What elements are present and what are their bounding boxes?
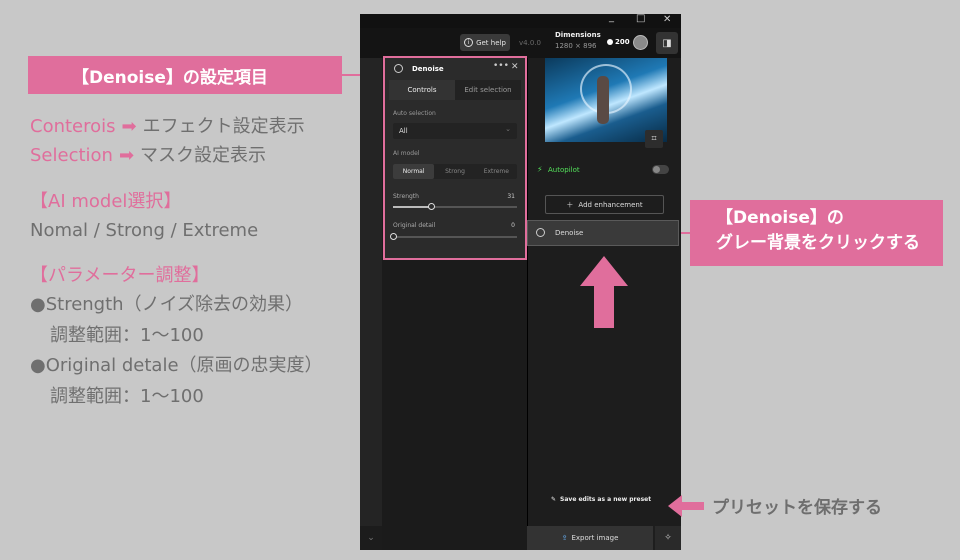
model-option-strong[interactable]: Strong	[434, 164, 475, 179]
preset-callout: プリセットを保存する	[712, 498, 882, 518]
plus-icon: ＋	[566, 200, 574, 209]
ai-model-label: AI model	[393, 150, 420, 157]
click-callout: 【Denoise】の グレー背景をクリックする	[690, 200, 943, 266]
tab-controls[interactable]: Controls	[389, 80, 455, 100]
lightning-icon: ⚡	[537, 165, 543, 174]
original-detail-slider[interactable]	[390, 233, 517, 240]
add-enhancement-label: Add enhancement	[578, 200, 643, 209]
tab-note-label: Conterois	[30, 116, 116, 137]
param-heading: 【パラメーター調整】	[30, 265, 210, 286]
get-help-button[interactable]: i Get help	[460, 34, 510, 51]
strength-fill	[393, 206, 432, 208]
strength-slider[interactable]	[393, 203, 517, 210]
preview-figure	[597, 76, 609, 124]
chevron-down-icon[interactable]: ⌄	[360, 526, 382, 550]
dimensions-value: 1280 × 896	[555, 42, 597, 50]
panel-toggle-icon[interactable]: ◨	[656, 32, 678, 54]
toolbar: i Get help v4.0.0 Dimensions 1280 × 896 …	[360, 28, 681, 58]
popup-title: Denoise	[412, 65, 444, 73]
get-help-label: Get help	[476, 38, 506, 47]
credit-icon	[607, 39, 613, 45]
auto-selection-label: Auto selection	[393, 110, 436, 117]
popup-tabs: Controls Edit selection	[389, 80, 521, 100]
save-preset-label: Save edits as a new preset	[560, 496, 652, 503]
left-arrow-icon	[668, 495, 704, 517]
param-strength-range: 調整範囲：1〜100	[50, 325, 204, 346]
up-arrow-icon	[580, 256, 628, 328]
enhancement-item-label: Denoise	[555, 229, 584, 237]
tab-note-label: Selection	[30, 145, 113, 166]
credits-badge[interactable]: 200	[607, 38, 630, 46]
auto-selection-dropdown[interactable]: All ⌄	[393, 123, 517, 139]
credits-count: 200	[615, 38, 630, 46]
original-detail-knob[interactable]	[390, 233, 397, 240]
click-callout-line1: 【Denoise】の	[716, 208, 844, 228]
globe-icon	[394, 64, 403, 73]
ai-model-selector: Normal Strong Extreme	[393, 164, 517, 179]
model-options-note: Nomal / Strong / Extreme	[30, 220, 259, 241]
strength-label: Strength	[393, 193, 419, 200]
edit-icon: ✎	[551, 496, 557, 503]
tab-note-desc: マスク設定表示	[140, 145, 267, 166]
minimize-button[interactable]: _	[609, 14, 614, 23]
maximize-button[interactable]: □	[636, 14, 645, 24]
tab-note-controls: Conterois ➡ エフェクト設定表示	[30, 116, 305, 138]
add-enhancement-button[interactable]: ＋ Add enhancement	[545, 195, 664, 214]
model-heading: 【AI model選択】	[30, 191, 182, 212]
callout-line	[681, 232, 690, 234]
right-arrow-icon: ➡	[121, 116, 137, 137]
globe-icon	[536, 228, 545, 237]
original-detail-label: Original detail	[393, 222, 436, 229]
left-strip	[360, 58, 382, 550]
popup-header: Denoise ••• ✕	[385, 58, 525, 80]
param-original-note: ●Original detale（原画の忠実度）	[30, 355, 323, 376]
model-option-normal[interactable]: Normal	[393, 164, 435, 179]
version-label: v4.0.0	[519, 39, 541, 47]
export-label: Export image	[571, 534, 619, 542]
chevron-down-icon: ⌄	[505, 125, 511, 133]
original-detail-value: 0	[511, 222, 515, 229]
save-preset-button[interactable]: ✎ Save edits as a new preset	[551, 496, 651, 503]
click-callout-line2: グレー背景をクリックする	[716, 233, 920, 253]
title-bar: _ □ ✕	[360, 14, 681, 28]
tab-note-desc: エフェクト設定表示	[142, 116, 305, 137]
autopilot-toggle[interactable]	[652, 165, 669, 174]
crop-icon[interactable]: ⌗	[645, 130, 663, 148]
magic-wand-icon[interactable]: ✧	[655, 526, 681, 550]
tab-note-selection: Selection ➡ マスク設定表示	[30, 145, 266, 167]
autopilot-label: Autopilot	[548, 166, 580, 174]
right-arrow-icon: ➡	[118, 145, 135, 166]
param-original-range: 調整範囲：1〜100	[50, 386, 204, 407]
strength-value: 31	[507, 193, 515, 200]
tab-edit-selection[interactable]: Edit selection	[455, 80, 521, 100]
info-icon: i	[464, 38, 474, 47]
close-icon[interactable]: ✕	[511, 62, 519, 72]
export-image-button[interactable]: ⇪ Export image	[527, 526, 653, 550]
more-options-icon[interactable]: •••	[493, 61, 509, 71]
model-option-extreme[interactable]: Extreme	[476, 164, 517, 179]
avatar[interactable]	[633, 35, 648, 50]
denoise-popup: Denoise ••• ✕ Controls Edit selection Au…	[383, 56, 527, 260]
title-banner: 【Denoise】の設定項目	[28, 56, 342, 94]
strength-knob[interactable]	[428, 203, 436, 210]
close-window-button[interactable]: ✕	[663, 14, 671, 25]
enhancement-item-denoise[interactable]: Denoise	[527, 220, 679, 246]
param-strength-note: ●Strength（ノイズ除去の効果）	[30, 294, 304, 315]
dimensions-label: Dimensions	[555, 31, 601, 39]
auto-selection-value: All	[399, 127, 408, 135]
export-icon: ⇪	[561, 534, 568, 542]
